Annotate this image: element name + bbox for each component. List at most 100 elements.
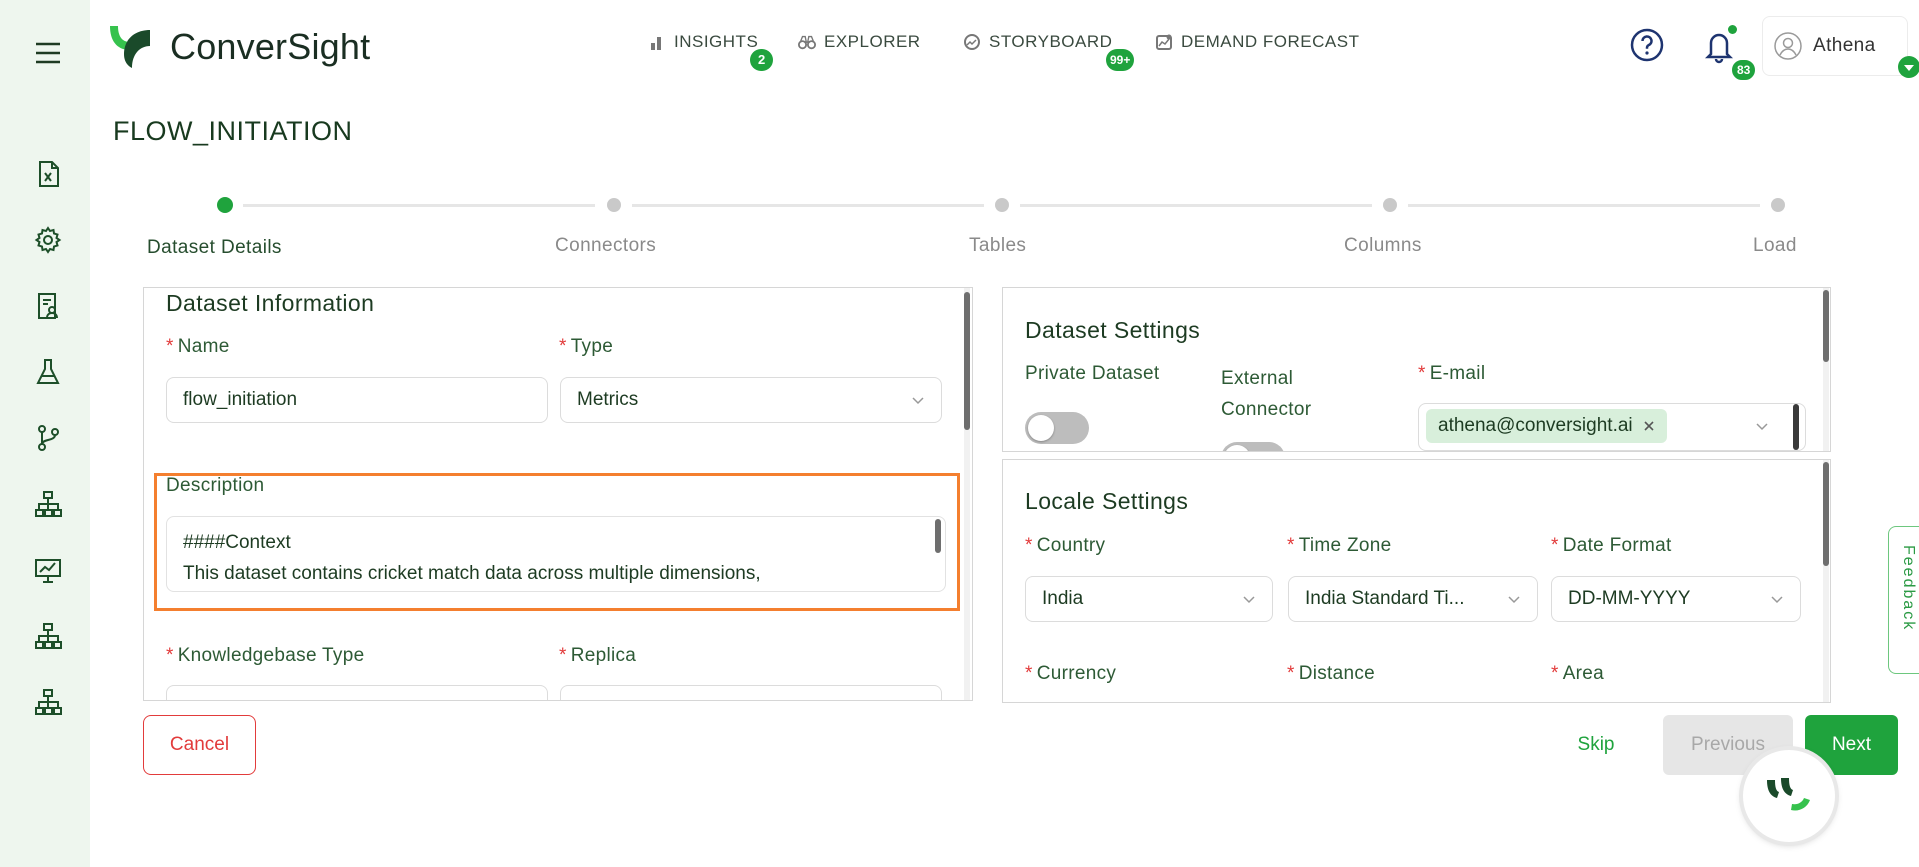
presentation-chart-icon[interactable]: [30, 552, 66, 588]
step-label-connectors[interactable]: Connectors: [555, 235, 656, 257]
step-label-dataset-details[interactable]: Dataset Details: [147, 237, 282, 259]
feedback-label: Feedback: [1900, 545, 1917, 632]
nav-insights-label: INSIGHTS: [674, 32, 759, 51]
email-chip: athena@conversight.ai: [1426, 409, 1667, 443]
insights-badge: 2: [750, 49, 774, 71]
external-connector-toggle[interactable]: [1221, 442, 1285, 451]
avatar: [1773, 31, 1803, 61]
skip-button[interactable]: Skip: [1560, 715, 1632, 775]
brand-logo-icon: [104, 20, 156, 72]
forecast-icon: [1156, 34, 1172, 50]
step-dot-columns[interactable]: [1383, 198, 1397, 212]
description-textarea[interactable]: ####Context This dataset contains cricke…: [166, 516, 946, 592]
country-label: * Country: [1025, 535, 1106, 556]
notification-count: 83: [1730, 58, 1758, 82]
step-dot-load[interactable]: [1771, 198, 1785, 212]
branch-icon[interactable]: [30, 420, 66, 456]
feedback-tab[interactable]: Feedback: [1888, 526, 1919, 674]
panel-scrollbar[interactable]: [964, 292, 970, 430]
email-scrollbar: [1793, 404, 1799, 450]
time-zone-select[interactable]: India Standard Ti...: [1288, 576, 1538, 622]
nav-storyboard[interactable]: STORYBOARD: [963, 32, 1112, 52]
nav-demand-forecast[interactable]: DEMAND FORECAST: [1155, 32, 1359, 52]
chevron-down-icon: [1508, 596, 1520, 604]
nav-demand-forecast-label: DEMAND FORECAST: [1181, 32, 1360, 51]
page-title: FLOW_INITIATION: [113, 116, 353, 146]
hierarchy-icon[interactable]: [30, 684, 66, 720]
panel-scrollbar[interactable]: [1823, 462, 1829, 566]
chat-logo-icon: [1767, 778, 1810, 811]
binoculars-icon: [798, 35, 816, 50]
dataset-information-panel: Dataset Information * Name flow_initiatio…: [143, 287, 973, 701]
locale-settings-title: Locale Settings: [1025, 488, 1189, 514]
step-dot-connectors[interactable]: [607, 198, 621, 212]
distance-label: * Distance: [1287, 663, 1376, 684]
description-line: This dataset contains cricket match data…: [183, 563, 761, 584]
user-dropdown-icon[interactable]: [1898, 56, 1919, 78]
top-header: ConverSight INSIGHTS 2 EXPLORER STORYBOA…: [90, 0, 1919, 92]
name-input[interactable]: flow_initiation: [166, 377, 548, 423]
close-icon[interactable]: [1643, 420, 1655, 432]
cancel-button[interactable]: Cancel: [143, 715, 256, 775]
step-connector: [1408, 204, 1760, 207]
menu-icon[interactable]: [30, 35, 66, 71]
user-menu[interactable]: Athena: [1762, 16, 1908, 76]
storyboard-icon: [964, 34, 980, 50]
private-dataset-toggle[interactable]: [1025, 412, 1089, 444]
flask-icon[interactable]: [30, 354, 66, 390]
type-label: * Type: [559, 336, 614, 357]
type-select[interactable]: Metrics: [560, 377, 942, 423]
hierarchy-icon[interactable]: [30, 618, 66, 654]
email-label: * E-mail: [1418, 363, 1486, 384]
report-user-icon[interactable]: [30, 288, 66, 324]
brand-name: ConverSight: [170, 26, 371, 67]
area-label: * Area: [1551, 663, 1605, 684]
private-dataset-label: Private Dataset: [1025, 363, 1160, 384]
dataset-settings-panel: Dataset Settings Private Dataset Externa…: [1002, 287, 1831, 452]
nav-explorer[interactable]: EXPLORER: [798, 32, 921, 52]
dataset-information-title: Dataset Information: [166, 290, 375, 316]
nav-explorer-label: EXPLORER: [824, 32, 921, 51]
locale-settings-panel: Locale Settings * Country India * Time Zon…: [1002, 459, 1831, 703]
chevron-down-icon: [1243, 596, 1255, 604]
nav-insights[interactable]: INSIGHTS: [648, 32, 758, 52]
step-label-columns[interactable]: Columns: [1344, 235, 1422, 257]
date-format-select[interactable]: DD-MM-YYYY: [1551, 576, 1801, 622]
nav-storyboard-label: STORYBOARD: [989, 32, 1113, 51]
hierarchy-icon[interactable]: [30, 486, 66, 522]
step-connector: [1020, 204, 1372, 207]
time-zone-label: * Time Zone: [1287, 535, 1392, 556]
step-label-tables[interactable]: Tables: [969, 235, 1026, 257]
bar-chart-icon: [651, 37, 661, 50]
description-label: Description: [166, 475, 265, 496]
chevron-down-icon: [912, 397, 924, 405]
description-line: ####Context: [183, 532, 291, 553]
gear-icon[interactable]: [30, 222, 66, 258]
step-connector: [632, 204, 984, 207]
dataset-settings-title: Dataset Settings: [1025, 317, 1201, 343]
excel-file-icon[interactable]: [30, 156, 66, 192]
country-select[interactable]: India: [1025, 576, 1273, 622]
chevron-down-icon: [1756, 423, 1768, 431]
step-label-load[interactable]: Load: [1753, 235, 1797, 257]
replica-select[interactable]: [560, 685, 942, 700]
user-name: Athena: [1813, 35, 1876, 56]
assistant-chat-button[interactable]: [1743, 750, 1835, 842]
knowledgebase-type-select[interactable]: [166, 685, 548, 700]
replica-label: * Replica: [559, 645, 637, 666]
name-label: * Name: [166, 336, 230, 357]
notification-dot: [1728, 25, 1737, 34]
date-format-label: * Date Format: [1551, 535, 1672, 556]
step-connector: [243, 204, 595, 207]
step-dot-tables[interactable]: [995, 198, 1009, 212]
step-dot-dataset-details[interactable]: [217, 197, 233, 213]
help-circle-icon[interactable]: [1630, 28, 1664, 62]
external-connector-label: External Connector: [1221, 368, 1312, 420]
knowledgebase-type-label: * Knowledgebase Type: [166, 645, 365, 666]
panel-scrollbar[interactable]: [1823, 290, 1829, 362]
sidebar: [0, 0, 90, 867]
storyboard-badge: 99+: [1106, 49, 1135, 71]
currency-label: * Currency: [1025, 663, 1117, 684]
email-chip-text: athena@conversight.ai: [1438, 415, 1633, 436]
description-scrollbar[interactable]: [935, 519, 941, 553]
